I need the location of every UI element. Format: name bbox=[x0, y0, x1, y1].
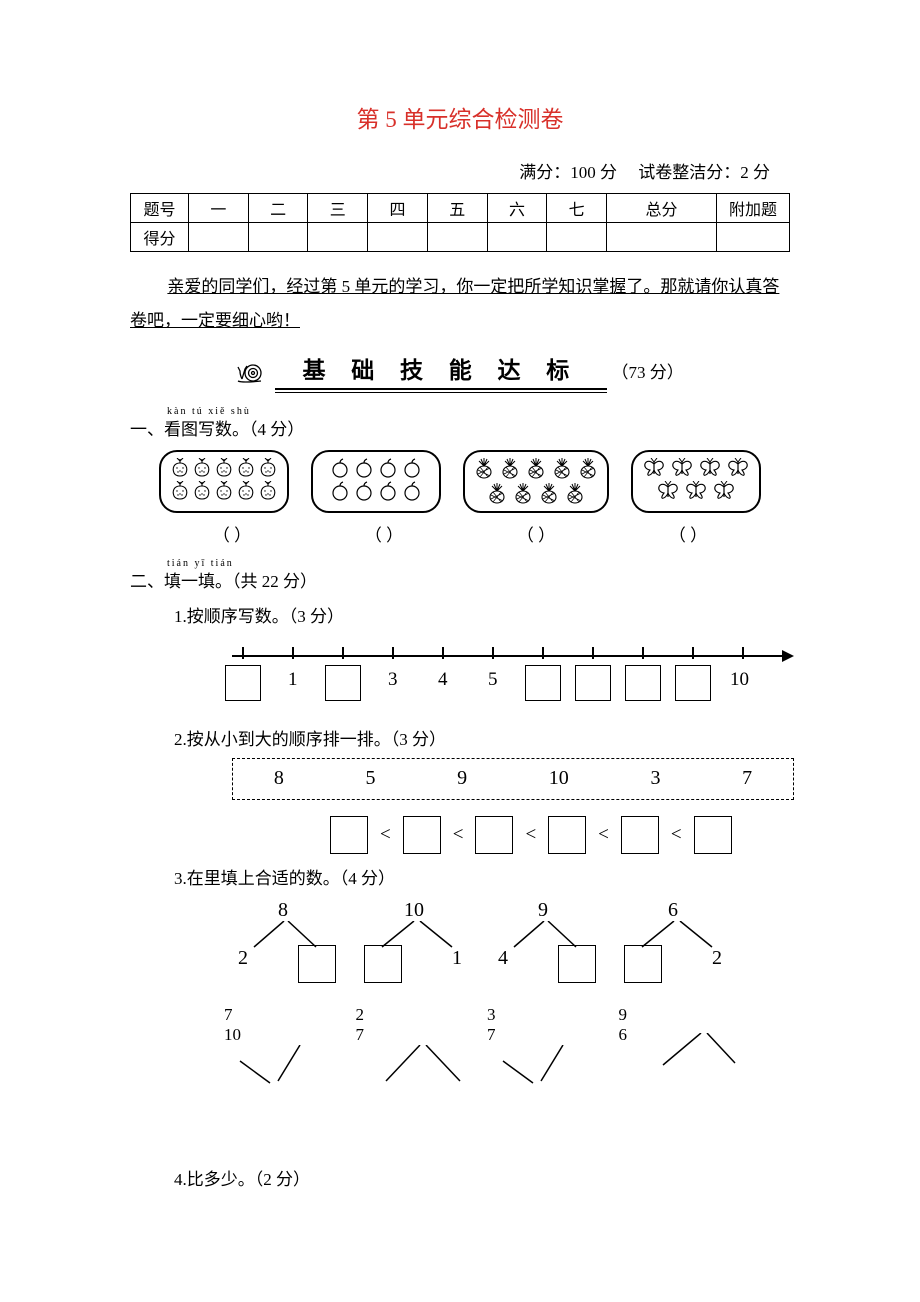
full-marks: 满分：100 分 bbox=[519, 163, 617, 182]
question-2: tián yī tián 二、填一填。（共 22 分） 1.按顺序写数。（3 分… bbox=[130, 558, 790, 1190]
pool-num: 10 bbox=[549, 767, 569, 790]
q2-label: 二、填一填。（共 22 分） bbox=[130, 572, 317, 591]
number-bond: 8 2 bbox=[230, 899, 360, 999]
fill-box[interactable] bbox=[624, 945, 662, 983]
less-than: < bbox=[380, 824, 391, 846]
score-table: 题号 一 二 三 四 五 六 七 总分 附加题 得分 bbox=[130, 193, 790, 252]
banner-text: 基 础 技 能 达 标 bbox=[275, 350, 608, 387]
q2-2: 2.按从小到大的顺序排一排。（3 分） 8 5 9 10 3 7 < < < bbox=[174, 725, 790, 854]
cell: 一 bbox=[189, 194, 249, 223]
fill-box[interactable] bbox=[575, 665, 611, 701]
cell[interactable] bbox=[368, 223, 428, 252]
cell[interactable] bbox=[487, 223, 547, 252]
q2-1-label: 1.按顺序写数。（3 分） bbox=[174, 607, 344, 626]
cell: 二 bbox=[248, 194, 308, 223]
number-bond: 2 7 bbox=[356, 1005, 488, 1115]
fill-box[interactable] bbox=[225, 665, 261, 701]
cell[interactable] bbox=[189, 223, 249, 252]
question-1: kàn tú xiě shù 一、看图写数。（4 分） （ ） （ bbox=[130, 406, 790, 546]
count-card-pineapple bbox=[463, 450, 609, 513]
page-title: 第 5 单元综合检测卷 bbox=[130, 100, 790, 134]
tidy-marks: 试卷整洁分：2 分 bbox=[638, 163, 770, 182]
answer-blank[interactable]: （ ） bbox=[623, 521, 753, 546]
cell: 三 bbox=[308, 194, 368, 223]
pool-num: 7 bbox=[742, 767, 752, 790]
pinyin: kàn tú xiě shù bbox=[167, 406, 790, 417]
section-banner: 基 础 技 能 达 标 （73 分） bbox=[130, 350, 790, 388]
snail-icon bbox=[236, 361, 266, 388]
tick-label: 10 bbox=[730, 669, 749, 691]
cell[interactable] bbox=[717, 223, 790, 252]
number-bond: 7 10 bbox=[224, 1005, 356, 1115]
less-than: < bbox=[453, 824, 464, 846]
less-than: < bbox=[598, 824, 609, 846]
cell: 五 bbox=[427, 194, 487, 223]
fill-box[interactable] bbox=[694, 816, 732, 854]
fill-box[interactable] bbox=[621, 816, 659, 854]
cell[interactable] bbox=[427, 223, 487, 252]
fill-box[interactable] bbox=[625, 665, 661, 701]
cell: 七 bbox=[547, 194, 607, 223]
number-bond: 3 7 bbox=[487, 1005, 619, 1115]
intro-text: 亲爱的同学们，经过第 5 单元的学习，你一定把所学知识掌握了。那就请你认真答卷吧… bbox=[130, 270, 790, 338]
cell: 六 bbox=[487, 194, 547, 223]
tick-label: 4 bbox=[438, 669, 448, 691]
fill-box[interactable] bbox=[403, 816, 441, 854]
cell: 四 bbox=[368, 194, 428, 223]
number-bond: 6 2 bbox=[620, 899, 750, 999]
q2-3: 3.在里填上合适的数。（4 分） 8 2 10 1 bbox=[174, 864, 790, 1115]
fill-box[interactable] bbox=[364, 945, 402, 983]
fill-box[interactable] bbox=[548, 816, 586, 854]
tick-label: 1 bbox=[288, 669, 298, 691]
pool-num: 8 bbox=[274, 767, 284, 790]
number-bond: 10 1 bbox=[360, 899, 490, 999]
fill-box[interactable] bbox=[525, 665, 561, 701]
number-line: 1 3 4 5 10 bbox=[232, 635, 790, 715]
answer-blank[interactable]: （ ） bbox=[319, 521, 449, 546]
pinyin: tián yī tián bbox=[167, 558, 790, 569]
count-card-strawberry bbox=[159, 450, 289, 513]
table-row: 得分 bbox=[131, 223, 790, 252]
section-points: （73 分） bbox=[612, 363, 684, 382]
cell[interactable] bbox=[607, 223, 717, 252]
number-bond: 9 4 bbox=[490, 899, 620, 999]
fill-box[interactable] bbox=[475, 816, 513, 854]
fill-box[interactable] bbox=[675, 665, 711, 701]
q2-1: 1.按顺序写数。（3 分） 1 3 4 bbox=[174, 602, 790, 715]
q1-label: 一、看图写数。（4 分） bbox=[130, 420, 304, 439]
meta-line: 满分：100 分 试卷整洁分：2 分 bbox=[130, 158, 790, 183]
cell: 附加题 bbox=[717, 194, 790, 223]
cell[interactable] bbox=[248, 223, 308, 252]
pool-num: 5 bbox=[365, 767, 375, 790]
q2-3-label: 3.在里填上合适的数。（4 分） bbox=[174, 869, 395, 888]
less-than: < bbox=[671, 824, 682, 846]
answer-blank[interactable]: （ ） bbox=[167, 521, 297, 546]
fill-box[interactable] bbox=[558, 945, 596, 983]
compare-row: < < < < < bbox=[330, 816, 790, 854]
pool-num: 9 bbox=[457, 767, 467, 790]
q2-4: 4.比多少。（2 分） bbox=[174, 1165, 790, 1190]
number-pool: 8 5 9 10 3 7 bbox=[232, 758, 794, 800]
table-row: 题号 一 二 三 四 五 六 七 总分 附加题 bbox=[131, 194, 790, 223]
count-card-apple bbox=[311, 450, 441, 513]
cell[interactable] bbox=[308, 223, 368, 252]
fill-box[interactable] bbox=[330, 816, 368, 854]
fill-box[interactable] bbox=[325, 665, 361, 701]
number-bond: 9 6 bbox=[619, 1005, 751, 1115]
fill-box[interactable] bbox=[298, 945, 336, 983]
axis-line bbox=[232, 655, 792, 657]
tick-label: 5 bbox=[488, 669, 498, 691]
q2-2-label: 2.按从小到大的顺序排一排。（3 分） bbox=[174, 730, 446, 749]
pool-num: 3 bbox=[650, 767, 660, 790]
tick-label: 3 bbox=[388, 669, 398, 691]
cell: 得分 bbox=[131, 223, 189, 252]
answer-blank[interactable]: （ ） bbox=[471, 521, 601, 546]
less-than: < bbox=[525, 824, 536, 846]
count-card-butterfly bbox=[631, 450, 761, 513]
cell[interactable] bbox=[547, 223, 607, 252]
q2-4-label: 4.比多少。（2 分） bbox=[174, 1170, 310, 1189]
cell: 总分 bbox=[607, 194, 717, 223]
cell: 题号 bbox=[131, 194, 189, 223]
